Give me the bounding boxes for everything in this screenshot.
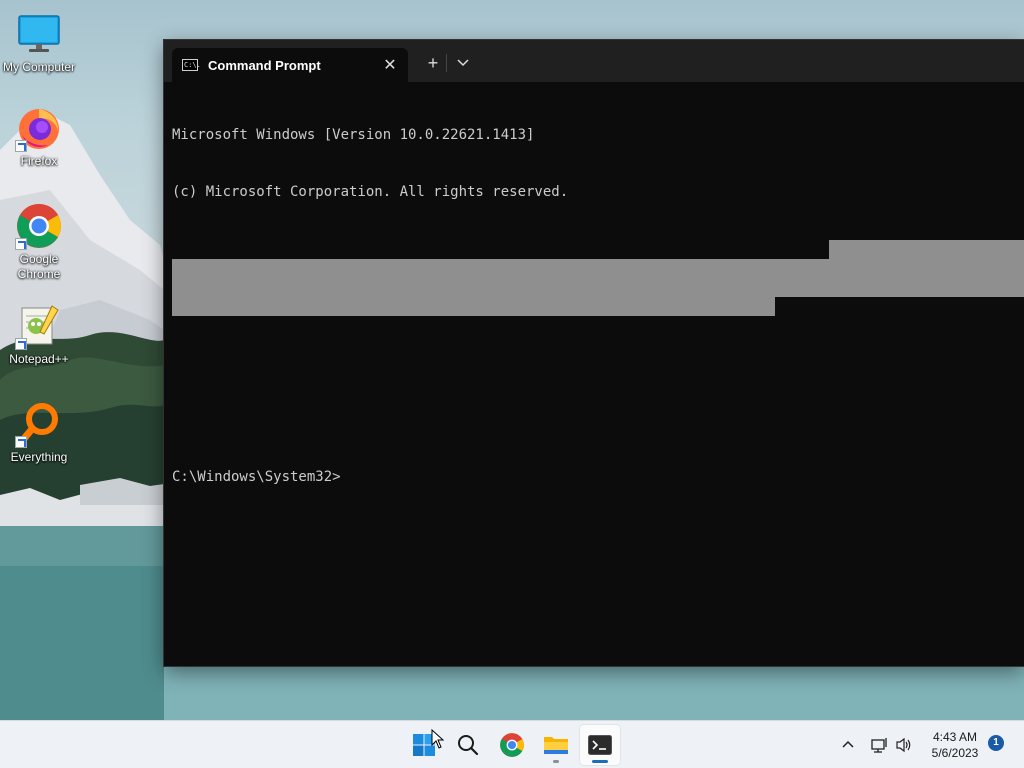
window-titlebar[interactable]: C:\. Command Prompt ✕ +: [164, 40, 1024, 82]
close-tab-button[interactable]: ✕: [376, 51, 404, 79]
clock-date: 5/6/2023: [931, 746, 979, 760]
desktop-icon-firefox[interactable]: Firefox: [0, 104, 78, 169]
speaker-icon: [896, 737, 911, 753]
network-icon: [871, 738, 887, 753]
terminal-window[interactable]: C:\. Command Prompt ✕ + Microsoft Window…: [164, 40, 1024, 666]
desktop-icon-label: Notepad++: [9, 352, 69, 366]
desktop-icon-label: Firefox: [20, 154, 58, 168]
desktop-icon-google-chrome[interactable]: Google Chrome: [0, 202, 78, 282]
titlebar-divider: [446, 54, 447, 72]
desktop-icon-label: Google Chrome: [17, 252, 61, 281]
redaction-block: [172, 259, 1024, 297]
terminal-icon: [588, 735, 612, 755]
redaction-block: [172, 297, 775, 316]
console-line: Microsoft Windows [Version 10.0.22621.14…: [172, 127, 535, 143]
volume-button[interactable]: [894, 735, 914, 755]
shortcut-arrow-icon: [15, 140, 27, 152]
console-line: (c) Microsoft Corporation. All rights re…: [172, 184, 569, 200]
shortcut-arrow-icon: [15, 338, 27, 350]
console-prompt-line: C:\Windows\System32>: [172, 469, 341, 485]
redaction-block: [829, 240, 1024, 259]
chevron-down-icon: [457, 59, 469, 67]
desktop-icon-label: My Computer: [2, 60, 76, 74]
clock[interactable]: 4:43 AM 5/6/2023: [920, 729, 990, 761]
notification-badge[interactable]: 1: [988, 735, 1004, 751]
clock-time: 4:43 AM: [932, 730, 978, 744]
search-icon: [458, 735, 479, 756]
chrome-icon: [500, 733, 524, 757]
command-prompt-icon: C:\.: [182, 59, 201, 71]
tab-title: Command Prompt: [208, 57, 321, 73]
desktop-icon-everything[interactable]: Everything: [0, 400, 78, 465]
tab-dropdown-button[interactable]: [449, 50, 477, 76]
folder-icon: [544, 737, 568, 754]
search-button[interactable]: [448, 725, 488, 765]
chevron-up-icon: [842, 740, 854, 748]
taskbar: 4:43 AM 5/6/2023: [0, 720, 1024, 768]
new-tab-button[interactable]: +: [419, 50, 447, 76]
shortcut-arrow-icon: [15, 436, 27, 448]
tab-command-prompt[interactable]: C:\. Command Prompt ✕: [172, 48, 408, 82]
mouse-cursor-icon: [431, 729, 445, 749]
monitor-icon: [18, 15, 60, 52]
taskbar-app-file-explorer[interactable]: [536, 725, 576, 765]
taskbar-app-chrome[interactable]: [492, 725, 532, 765]
desktop-icon-label: Everything: [10, 450, 68, 464]
desktop-icon-notepad-plus-plus[interactable]: Notepad++: [0, 302, 78, 367]
shortcut-arrow-icon: [15, 238, 27, 250]
desktop-icon-my-computer[interactable]: My Computer: [0, 10, 78, 75]
running-indicator: [553, 760, 559, 763]
active-app-indicator: [592, 760, 608, 763]
network-button[interactable]: [870, 735, 890, 755]
taskbar-app-terminal[interactable]: [580, 725, 620, 765]
show-hidden-icons-button[interactable]: [838, 734, 858, 754]
